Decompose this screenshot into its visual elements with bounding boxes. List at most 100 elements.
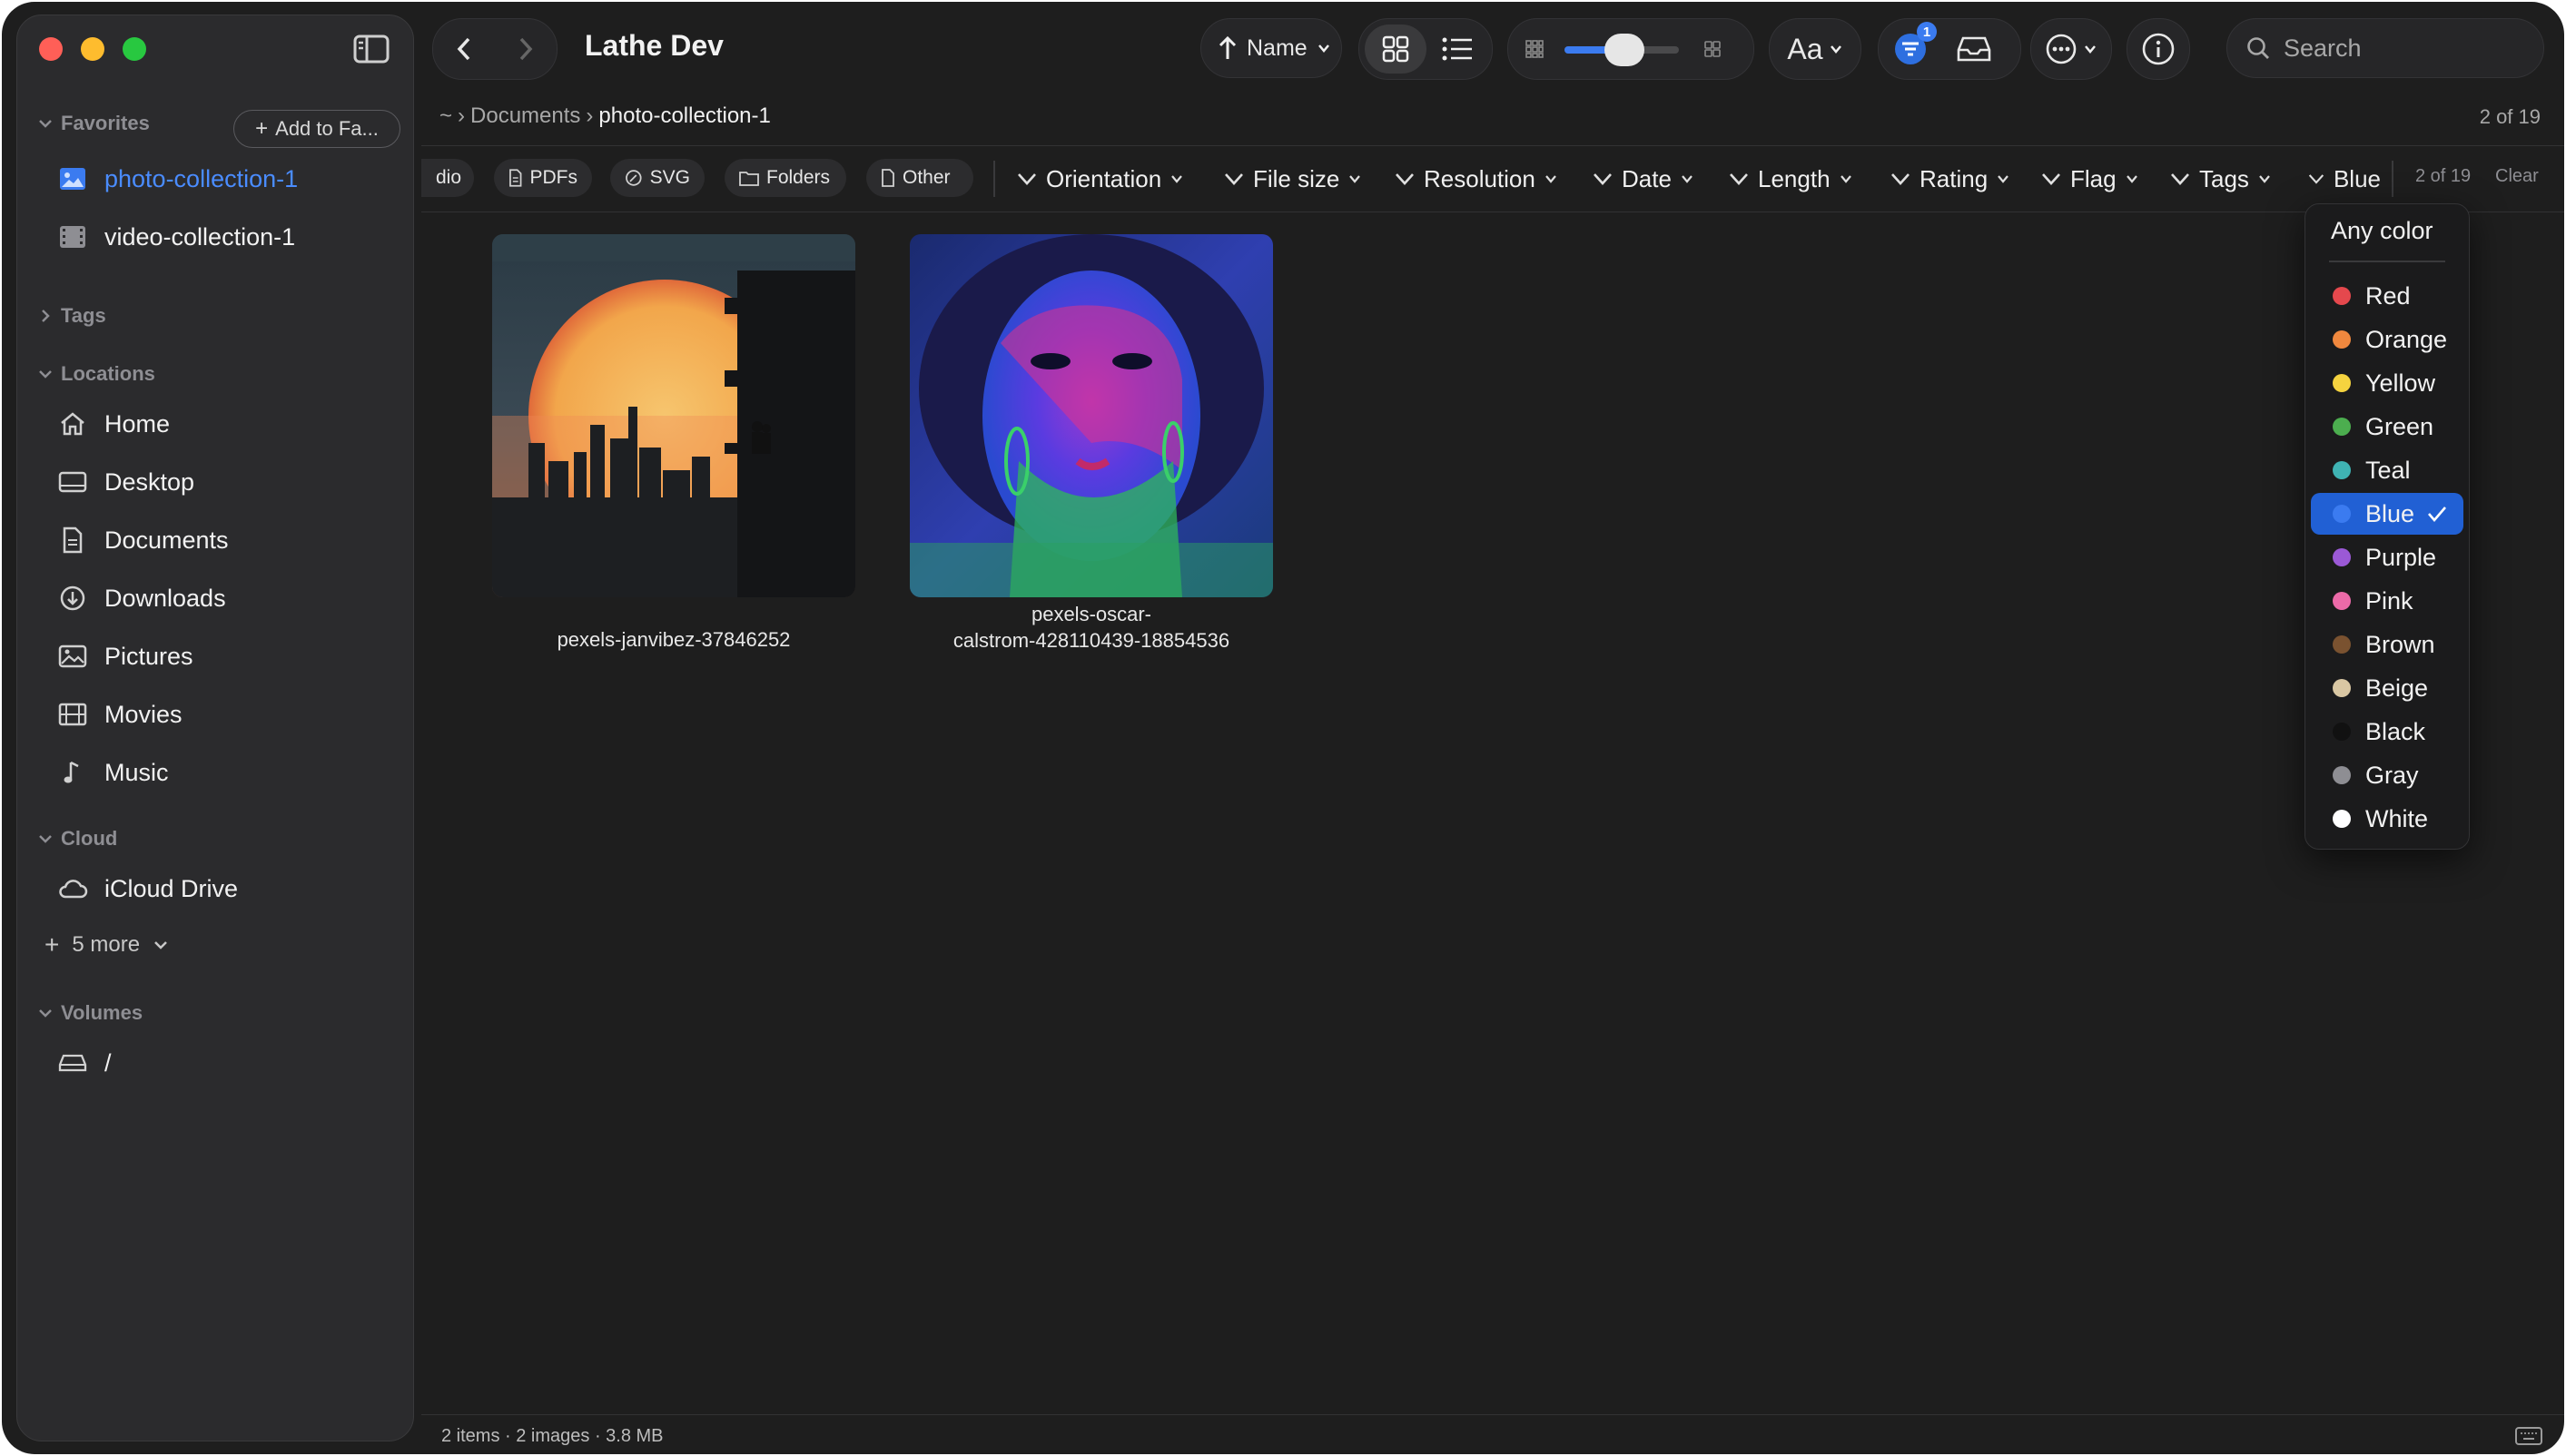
- text-size-button[interactable]: Aa: [1769, 18, 1861, 80]
- film-icon: [57, 699, 88, 730]
- menu-item-label: Green: [2365, 412, 2434, 440]
- breadcrumb-documents[interactable]: Documents: [470, 103, 580, 129]
- drive-icon: [57, 1048, 88, 1078]
- document-icon: [882, 169, 894, 187]
- zoom-window-button[interactable]: [123, 37, 146, 61]
- file-name[interactable]: pexels-oscar- calstrom-428110439-1885453…: [883, 601, 1300, 654]
- sidebar-item-home[interactable]: Home: [57, 398, 395, 449]
- more-actions-button[interactable]: [2030, 18, 2112, 80]
- menu-item-color-blue[interactable]: Blue: [2311, 493, 2463, 535]
- add-to-favorites-label: Add to Fa...: [275, 117, 379, 140]
- menu-item-color-black[interactable]: Black: [2311, 711, 2463, 753]
- sidebar-item-label: Pictures: [104, 642, 193, 670]
- inbox-button[interactable]: [1942, 22, 2006, 76]
- sidebar-item-music[interactable]: Music: [57, 747, 395, 798]
- menu-item-color-orange[interactable]: Orange: [2311, 319, 2463, 360]
- filter-chip-audio[interactable]: dio: [421, 159, 474, 197]
- file-name[interactable]: pexels-janvibez-37846252: [465, 626, 883, 653]
- add-to-favorites-button[interactable]: + Add to Fa...: [233, 110, 400, 148]
- show-more-button[interactable]: + 5 more: [44, 920, 169, 970]
- cloud-section-header[interactable]: Cloud: [37, 827, 117, 851]
- back-button[interactable]: [433, 19, 495, 79]
- sidebar-item-label: Home: [104, 409, 171, 438]
- file-thumbnail-city-sunset[interactable]: [492, 234, 855, 597]
- close-window-button[interactable]: [39, 37, 63, 61]
- chevron-down-icon: [39, 370, 52, 379]
- desktop-icon: [57, 467, 88, 497]
- chevron-down-small-icon: [1171, 175, 1183, 183]
- filter-chip-svg[interactable]: SVG: [610, 159, 705, 197]
- locations-section-header[interactable]: Locations: [37, 362, 155, 386]
- toggle-sidebar-icon[interactable]: [353, 34, 390, 64]
- menu-item-color-green[interactable]: Green: [2311, 406, 2463, 448]
- thumbnail-size-slider[interactable]: [1564, 34, 1679, 66]
- filter-tags[interactable]: Tags: [2170, 161, 2271, 197]
- filter-flag[interactable]: Flag: [2041, 161, 2138, 197]
- tags-section-header[interactable]: Tags: [37, 304, 106, 328]
- menu-item-color-beige[interactable]: Beige: [2311, 667, 2463, 709]
- menu-item-color-teal[interactable]: Teal: [2311, 449, 2463, 491]
- menu-item-color-white[interactable]: White: [2311, 798, 2463, 840]
- filter-length[interactable]: Length: [1729, 161, 1852, 197]
- menu-item-any-color[interactable]: Any color: [2331, 217, 2433, 245]
- sidebar-item-label: Desktop: [104, 467, 195, 496]
- chevron-down-icon: [39, 835, 52, 843]
- filter-date[interactable]: Date: [1593, 161, 1693, 197]
- sidebar-item-movies[interactable]: Movies: [57, 689, 395, 740]
- filter-rating[interactable]: Rating: [1890, 161, 2009, 197]
- filter-orientation[interactable]: Orientation: [1017, 161, 1183, 197]
- menu-item-color-yellow[interactable]: Yellow: [2311, 362, 2463, 404]
- slider-thumb[interactable]: [1604, 34, 1644, 66]
- search-field[interactable]: Search: [2226, 18, 2544, 78]
- breadcrumb-current[interactable]: photo-collection-1: [598, 103, 770, 129]
- inbox-tray-icon: [1957, 36, 1991, 62]
- color-swatch-icon: [2333, 592, 2351, 610]
- clear-filters-button[interactable]: Clear: [2495, 166, 2539, 187]
- forward-button[interactable]: [495, 19, 557, 79]
- sort-button[interactable]: Name: [1200, 18, 1342, 78]
- chevron-down-small-icon: [1840, 175, 1851, 183]
- sidebar-item-desktop[interactable]: Desktop: [57, 457, 395, 507]
- sidebar-item-pictures[interactable]: Pictures: [57, 631, 395, 682]
- favorites-section-header[interactable]: Favorites: [37, 112, 150, 135]
- breadcrumb-home[interactable]: ~: [439, 103, 452, 129]
- grid-view-button[interactable]: [1365, 25, 1426, 74]
- sidebar: Favorites + Add to Fa... photo-collectio…: [16, 15, 414, 1441]
- filter-resolution[interactable]: Resolution: [1395, 161, 1557, 197]
- sidebar-item-label: Downloads: [104, 584, 226, 612]
- filter-color[interactable]: Blue: [2308, 161, 2381, 197]
- file-thumbnail-portrait[interactable]: [910, 234, 1273, 597]
- sidebar-item-label: Documents: [104, 526, 229, 554]
- info-button[interactable]: [2127, 18, 2190, 80]
- sidebar-item-root-volume[interactable]: /: [57, 1038, 395, 1088]
- menu-item-color-gray[interactable]: Gray: [2311, 754, 2463, 796]
- menu-item-color-purple[interactable]: Purple: [2311, 536, 2463, 578]
- list-view-button[interactable]: [1426, 25, 1488, 74]
- keyboard-icon[interactable]: [2515, 1426, 2542, 1446]
- sidebar-item-photo-collection-1[interactable]: photo-collection-1: [57, 153, 395, 204]
- volumes-section-header[interactable]: Volumes: [37, 1001, 143, 1025]
- filter-button[interactable]: 1: [1879, 22, 1942, 76]
- sidebar-item-downloads[interactable]: Downloads: [57, 573, 395, 624]
- chevron-down-icon: [1318, 44, 1329, 53]
- menu-item-color-pink[interactable]: Pink: [2311, 580, 2463, 622]
- menu-item-color-brown[interactable]: Brown: [2311, 624, 2463, 665]
- list-icon: [1442, 37, 1472, 61]
- chevron-down-small-icon: [2126, 175, 2137, 183]
- sidebar-item-documents[interactable]: Documents: [57, 515, 395, 566]
- sidebar-item-icloud-drive[interactable]: iCloud Drive: [57, 863, 395, 914]
- filter-chip-pdfs[interactable]: PDFs: [494, 159, 592, 197]
- filter-file-size[interactable]: File size: [1224, 161, 1361, 197]
- color-filter-menu: Any color Red Orange Yellow Green Teal Blue Pu…: [2304, 203, 2470, 850]
- menu-divider: [2329, 261, 2445, 262]
- sidebar-item-label: photo-collection-1: [104, 164, 299, 192]
- color-swatch-icon: [2333, 287, 2351, 305]
- sidebar-item-video-collection-1[interactable]: video-collection-1: [57, 212, 395, 262]
- filter-chip-folders[interactable]: Folders: [725, 159, 846, 197]
- photo-folder-icon: [57, 163, 88, 194]
- filter-chip-other[interactable]: Other: [866, 159, 973, 197]
- menu-item-color-red[interactable]: Red: [2311, 275, 2463, 317]
- minimize-window-button[interactable]: [81, 37, 104, 61]
- grid-icon: [1382, 35, 1409, 63]
- filter-label: Resolution: [1424, 164, 1535, 192]
